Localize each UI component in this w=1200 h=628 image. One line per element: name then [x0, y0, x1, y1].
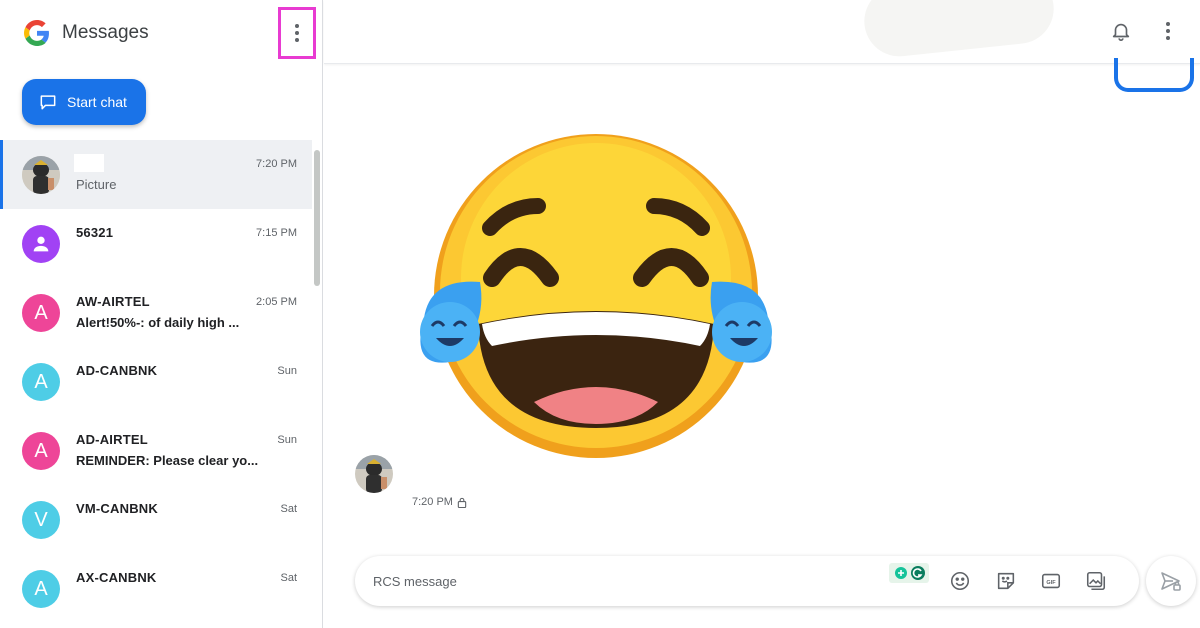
tears-of-joy-sticker[interactable] — [410, 128, 782, 468]
avatar-letter: A — [34, 301, 48, 324]
bell-icon[interactable] — [1110, 20, 1132, 42]
sender-avatar[interactable] — [355, 455, 393, 493]
avatar-letter: A — [34, 370, 48, 393]
sent-message-bubble[interactable] — [1114, 58, 1194, 92]
more-vertical-icon — [295, 24, 299, 42]
chat-bubble-icon — [40, 95, 56, 110]
header-decoration — [860, 0, 1058, 60]
avatar: A — [22, 432, 60, 470]
brand: Messages — [24, 20, 149, 46]
conversation-row[interactable]: A AW-AIRTEL Alert!50%-: of daily high ..… — [0, 278, 312, 347]
google-g-logo — [24, 20, 49, 46]
conversation-preview: REMINDER: Please clear yo... — [76, 453, 259, 468]
lock-icon — [457, 497, 467, 508]
avatar: V — [22, 501, 60, 539]
conversation-row[interactable]: A AD-CANBNK Sun — [0, 347, 312, 416]
conversation-preview: Picture — [76, 177, 117, 192]
conversation-name: AD-CANBNK — [76, 363, 158, 378]
avatar: A — [22, 294, 60, 332]
conversation-row[interactable]: A AX-CANBNK Sat — [0, 554, 312, 623]
send-icon — [1161, 572, 1181, 591]
conversation-time: 2:05 PM — [256, 296, 297, 308]
person-icon — [33, 236, 49, 252]
conversation-time: 7:20 PM — [256, 158, 297, 170]
conversation-list-scrollbar[interactable] — [314, 150, 320, 286]
avatar — [22, 225, 60, 263]
avatar: A — [22, 363, 60, 401]
redacted-name — [74, 154, 104, 172]
conversation-time: Sat — [280, 503, 297, 515]
conversation-name: AW-AIRTEL — [76, 294, 150, 309]
conversation-name: AD-AIRTEL — [76, 432, 148, 447]
contact-photo — [22, 156, 60, 194]
conversation-list: Picture 7:20 PM 56321 7:15 PM A AW-AIRTE… — [0, 140, 312, 623]
avatar: A — [22, 570, 60, 608]
emoji-icon[interactable] — [949, 570, 971, 592]
conversation-row[interactable]: 56321 7:15 PM — [0, 209, 312, 278]
more-options-button[interactable] — [278, 7, 316, 59]
message-composer: GIF — [355, 556, 1139, 606]
conversation-time: 7:15 PM — [256, 227, 297, 239]
conversation-row[interactable]: Picture 7:20 PM — [0, 140, 312, 209]
message-input[interactable] — [373, 570, 853, 592]
contact-photo — [355, 455, 393, 493]
message-meta: 7:20 PM — [412, 496, 467, 508]
more-vertical-icon[interactable] — [1166, 22, 1170, 40]
avatar-letter: A — [34, 577, 48, 600]
sidebar: Messages Start chat Picture 7:20 PM 5632… — [0, 0, 323, 628]
avatar — [22, 156, 60, 194]
conversation-preview: Alert!50%-: of daily high ... — [76, 315, 240, 330]
sticker-icon[interactable] — [995, 570, 1017, 592]
conversation-row[interactable]: A AD-AIRTEL REMINDER: Please clear yo...… — [0, 416, 312, 485]
conversation-header — [324, 0, 1200, 64]
start-chat-label: Start chat — [67, 94, 127, 110]
start-chat-button[interactable]: Start chat — [22, 79, 146, 125]
avatar-letter: V — [34, 508, 48, 531]
grammarly-icon[interactable] — [889, 563, 929, 583]
messages-app: Messages Start chat Picture 7:20 PM 5632… — [0, 0, 1200, 628]
gif-icon[interactable]: GIF — [1040, 570, 1062, 592]
conversation-pane: 7:20 PM RCS message GIF — [324, 0, 1200, 628]
message-time: 7:20 PM — [412, 496, 453, 508]
conversation-time: Sat — [280, 572, 297, 584]
conversation-name: AX-CANBNK — [76, 570, 157, 585]
conversation-time: Sun — [277, 434, 297, 446]
conversation-name: VM-CANBNK — [76, 501, 158, 516]
app-title: Messages — [62, 22, 149, 43]
conversation-row[interactable]: V VM-CANBNK Sat — [0, 485, 312, 554]
conversation-name: 56321 — [76, 225, 114, 240]
avatar-letter: A — [34, 439, 48, 462]
send-button[interactable] — [1146, 556, 1196, 606]
conversation-time: Sun — [277, 365, 297, 377]
attach-media-icon[interactable] — [1085, 570, 1107, 592]
svg-text:GIF: GIF — [1046, 580, 1056, 586]
